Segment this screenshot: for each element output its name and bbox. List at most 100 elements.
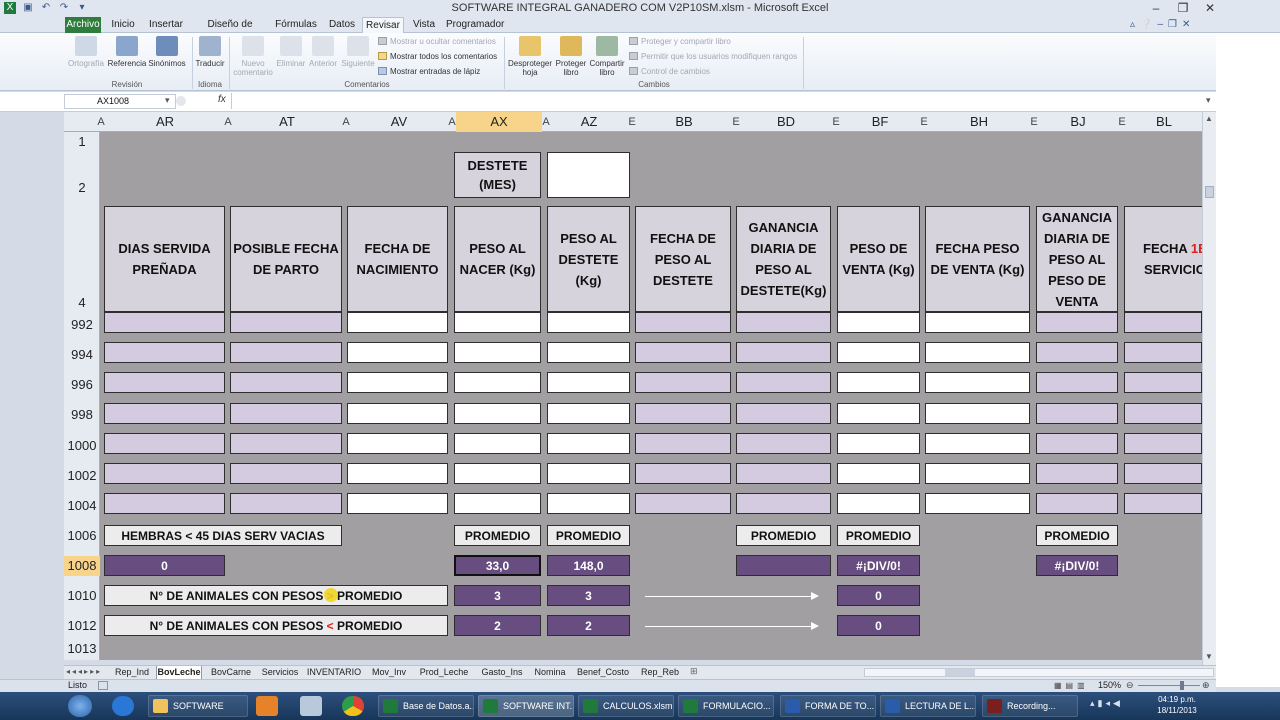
data-cell[interactable] — [925, 403, 1030, 424]
mostrar-ocultar-comentarios[interactable]: Mostrar u ocultar comentarios — [378, 36, 496, 48]
sheet-tab-bovleche[interactable]: BovLeche — [156, 666, 202, 680]
data-cell[interactable] — [230, 433, 342, 454]
data-cell[interactable] — [1124, 372, 1202, 393]
column-header-bd[interactable]: BD — [740, 112, 832, 132]
data-cell[interactable] — [635, 342, 731, 363]
data-cell[interactable] — [547, 312, 630, 333]
data-cell[interactable] — [104, 342, 225, 363]
promedio-ganancia-destete-label[interactable]: PROMEDIO — [736, 525, 831, 546]
ortografia-button[interactable]: Ortografía — [64, 36, 108, 80]
mostrar-entradas-lapiz[interactable]: Mostrar entradas de lápiz — [378, 66, 480, 78]
data-cell[interactable] — [837, 433, 920, 454]
data-cell[interactable] — [837, 493, 920, 514]
data-cell[interactable] — [1124, 463, 1202, 484]
scroll-thumb[interactable] — [1205, 186, 1214, 198]
column-header-ax[interactable]: AX — [456, 112, 542, 132]
name-box[interactable]: AX1008 — [64, 94, 176, 109]
promedio-peso-nacer-label[interactable]: PROMEDIO — [454, 525, 541, 546]
mayor-peso-destete-value[interactable]: 3 — [547, 585, 630, 606]
control-cambios[interactable]: Control de cambios — [629, 66, 710, 78]
sheet-tab-benef-costo[interactable]: Benef_Costo — [572, 666, 634, 680]
data-cell[interactable] — [635, 463, 731, 484]
task-base-de-datos[interactable]: Base de Datos.a... — [378, 695, 474, 717]
data-cell[interactable] — [1036, 403, 1118, 424]
macro-record-icon[interactable] — [98, 681, 108, 690]
menor-peso-venta-value[interactable]: 0 — [837, 615, 920, 636]
windows-start-icon[interactable] — [68, 695, 92, 717]
column-header-e[interactable]: E — [920, 112, 928, 132]
nuevo-comentario-button[interactable]: Nuevo comentario — [232, 36, 274, 80]
sheet-tab-mov-inv[interactable]: Mov_Inv — [368, 666, 410, 680]
task-forma-de-toma[interactable]: FORMA DE TO... — [780, 695, 876, 717]
siguiente-button[interactable]: Siguiente — [340, 36, 376, 80]
row-header-1013[interactable]: 1013 — [64, 641, 100, 656]
proteger-libro-button[interactable]: Proteger libro — [554, 36, 588, 80]
column-header-bb[interactable]: BB — [636, 112, 732, 132]
data-cell[interactable] — [547, 493, 630, 514]
data-cell[interactable] — [1036, 493, 1118, 514]
data-cell[interactable] — [635, 403, 731, 424]
data-cell[interactable] — [1124, 493, 1202, 514]
zoom-slider[interactable] — [1138, 685, 1200, 686]
column-header-a[interactable]: A — [224, 112, 232, 132]
promedio-peso-venta-label[interactable]: PROMEDIO — [837, 525, 920, 546]
column-header-at[interactable]: AT — [232, 112, 342, 132]
data-cell[interactable] — [837, 403, 920, 424]
task-calculos[interactable]: CALCULOS.xlsm — [578, 695, 674, 717]
zoom-level[interactable]: 150% — [1098, 680, 1121, 690]
monitor-icon[interactable] — [300, 696, 322, 716]
data-cell[interactable] — [1036, 342, 1118, 363]
task-recording[interactable]: Recording... — [982, 695, 1078, 717]
zoom-in-icon[interactable]: ⊕ — [1202, 680, 1210, 691]
data-cell[interactable] — [547, 372, 630, 393]
scroll-up-icon[interactable]: ▲ — [1205, 114, 1213, 123]
data-cell[interactable] — [230, 312, 342, 333]
referencia-button[interactable]: Referencia — [106, 36, 148, 80]
data-cell[interactable] — [635, 372, 731, 393]
sheet-tab-servicios[interactable]: Servicios — [260, 666, 300, 680]
data-cell[interactable] — [230, 372, 342, 393]
data-cell[interactable] — [1036, 312, 1118, 333]
row-header-1012[interactable]: 1012 — [64, 618, 100, 633]
column-header-av[interactable]: AV — [350, 112, 448, 132]
data-cell[interactable] — [104, 433, 225, 454]
data-cell[interactable] — [104, 312, 225, 333]
view-buttons[interactable]: ▦▤▥ — [1054, 681, 1096, 691]
task-software[interactable]: SOFTWARE — [148, 695, 248, 717]
restore-button[interactable]: ❐ — [1170, 0, 1196, 16]
sheet-tab-prod-leche[interactable]: Prod_Leche — [414, 666, 474, 680]
data-cell[interactable] — [1036, 463, 1118, 484]
column-header-bl[interactable]: BL — [1126, 112, 1202, 132]
vertical-scrollbar[interactable]: ▲ ▼ — [1202, 112, 1216, 665]
data-cell[interactable] — [635, 312, 731, 333]
proteger-compartir-libro[interactable]: Proteger y compartir libro — [629, 36, 731, 48]
ribbon-help-controls[interactable]: ▵❔–❐✕ — [1130, 19, 1210, 30]
tab-diseno-pagina[interactable]: Diseño de página — [193, 17, 267, 45]
data-cell[interactable] — [347, 433, 448, 454]
desproteger-hoja-button[interactable]: Desproteger hoja — [506, 36, 554, 80]
data-cell[interactable] — [925, 433, 1030, 454]
data-cell[interactable] — [454, 342, 541, 363]
column-header-ar[interactable]: AR — [106, 112, 224, 132]
promedio-ganancia-venta-value[interactable]: #¡DIV/0! — [1036, 555, 1118, 576]
sheet-tab-nomina[interactable]: Nomina — [530, 666, 570, 680]
row-header-1006[interactable]: 1006 — [64, 528, 100, 543]
data-cell[interactable] — [104, 403, 225, 424]
horizontal-scroll-thumb[interactable] — [945, 669, 975, 676]
column-header-a[interactable]: A — [96, 112, 106, 132]
column-header-bf[interactable]: BF — [840, 112, 920, 132]
sinonimos-button[interactable]: Sinónimos — [146, 36, 188, 80]
row-header-996[interactable]: 996 — [64, 377, 100, 392]
minimize-button[interactable]: – — [1143, 0, 1169, 16]
animales-menor-promedio-label[interactable]: N° DE ANIMALES CON PESOS < PROMEDIO — [104, 615, 448, 636]
expand-formula-bar-icon[interactable]: ▾ — [1206, 95, 1211, 106]
data-cell[interactable] — [230, 403, 342, 424]
column-header-a[interactable]: A — [448, 112, 456, 132]
promedio-ganancia-destete-value[interactable] — [736, 555, 831, 576]
row-header-2[interactable]: 2 — [64, 180, 100, 195]
column-header-e[interactable]: E — [628, 112, 636, 132]
data-cell[interactable] — [837, 372, 920, 393]
task-software-integral[interactable]: SOFTWARE INT... — [478, 695, 574, 717]
data-cell[interactable] — [454, 372, 541, 393]
sheet-tab-rep-reb[interactable]: Rep_Reb — [636, 666, 684, 680]
